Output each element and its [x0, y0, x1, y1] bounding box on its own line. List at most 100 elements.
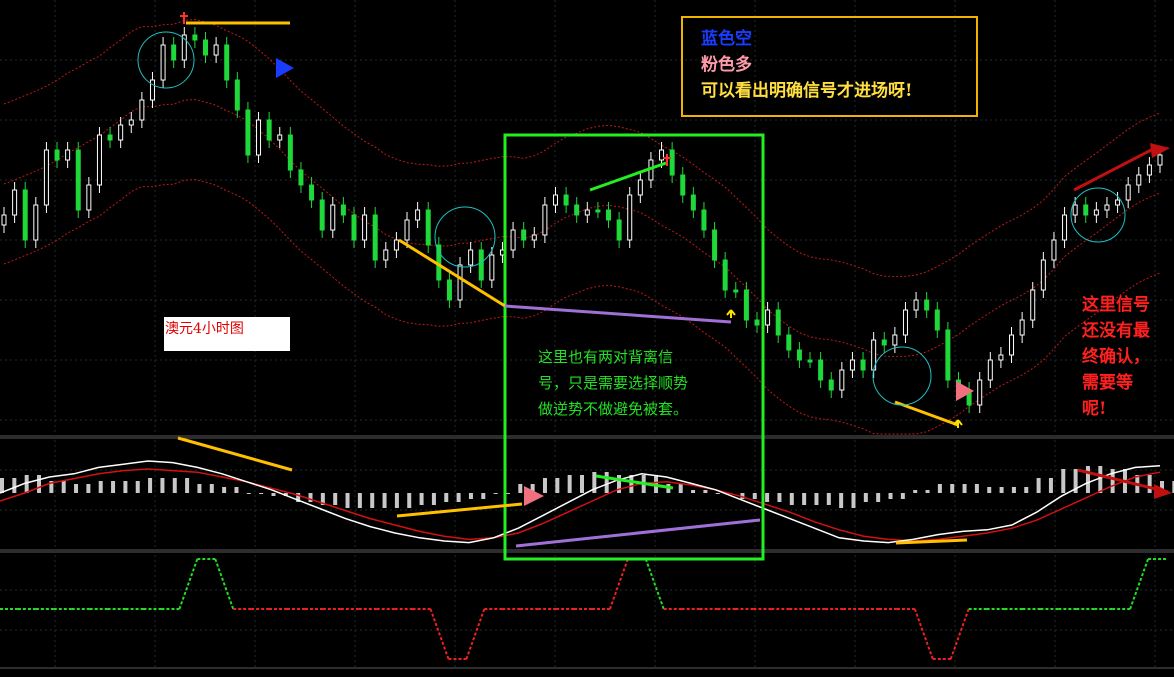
candle: [96, 134, 102, 186]
candle: [234, 79, 240, 111]
candle: [563, 194, 569, 206]
highlight-circle: [872, 346, 932, 406]
candle: [245, 109, 251, 156]
annotation-right-line-1: 这里信号: [1082, 295, 1150, 315]
macd-histogram-bar: [765, 493, 770, 502]
macd-histogram-bar: [1098, 466, 1103, 493]
candle: [393, 239, 399, 251]
macd-histogram-bar: [74, 484, 79, 493]
annotation-right-line-4: 需要等: [1082, 373, 1133, 393]
macd-histogram-bar: [0, 478, 4, 493]
macd-histogram-bar: [160, 478, 165, 493]
macd-histogram-bar: [271, 493, 276, 496]
candle: [733, 289, 739, 293]
fractal-up-icon: [726, 309, 736, 318]
macd-histogram-bar: [370, 493, 375, 508]
candle: [266, 119, 272, 141]
candle: [118, 124, 124, 141]
macd-histogram-bar: [444, 493, 449, 502]
macd-histogram-bar: [431, 493, 436, 505]
candle: [1146, 164, 1152, 176]
indicator-segment: [214, 558, 235, 610]
macd-histogram-bar: [1036, 478, 1041, 493]
candle: [860, 359, 866, 371]
annotation-right-line-5: 呢!: [1082, 399, 1107, 419]
macd-histogram-bar: [308, 493, 313, 502]
macd-histogram-bar: [863, 493, 868, 502]
candle: [287, 134, 293, 171]
candle: [298, 169, 304, 186]
macd-histogram-bar: [407, 493, 412, 508]
trend-line-yellow-left: [398, 238, 506, 308]
candle: [489, 254, 495, 281]
candle: [351, 214, 357, 241]
candle: [415, 209, 421, 221]
candle: [839, 369, 845, 391]
macd-histogram-bar: [197, 484, 202, 493]
macd-histogram-bar: [493, 493, 498, 494]
candle: [1051, 239, 1057, 261]
candle: [1072, 204, 1078, 216]
candle: [722, 259, 728, 291]
candle: [595, 209, 601, 213]
candle: [1136, 174, 1142, 186]
macd-histogram-bar: [419, 493, 424, 505]
legend-note: 可以看出明确信号才进场呀!: [701, 81, 913, 101]
macd-histogram-bar: [814, 493, 819, 505]
macd-histogram-bar: [900, 493, 905, 499]
candle: [192, 34, 198, 41]
macd-histogram-bar: [542, 478, 547, 493]
macd-histogram-bar: [925, 490, 930, 493]
candle: [902, 309, 908, 336]
macd-histogram-bar: [394, 493, 399, 508]
candle: [319, 199, 325, 231]
trend-line-yellow-macd-top: [177, 436, 293, 472]
candle: [1083, 204, 1089, 216]
candle: [849, 359, 855, 371]
macd-histogram-bar: [802, 493, 807, 505]
candle: [765, 309, 771, 326]
highlight-circle: [434, 206, 496, 268]
candle: [510, 229, 516, 251]
candle: [701, 209, 707, 231]
macd-histogram-bar: [1048, 478, 1053, 493]
candle: [54, 149, 60, 161]
candle: [987, 359, 993, 381]
candle: [478, 249, 484, 281]
macd-histogram-bar: [456, 493, 461, 502]
candle: [446, 279, 452, 301]
candle: [924, 299, 930, 311]
candle: [383, 249, 389, 261]
candle: [712, 229, 718, 261]
candle: [1157, 154, 1163, 166]
macd-line: [0, 460, 1161, 544]
candle: [107, 134, 113, 141]
candle: [86, 184, 92, 211]
candle: [12, 189, 18, 216]
candle: [616, 219, 622, 241]
macd-histogram-bar: [111, 481, 116, 493]
macd-histogram-bar: [629, 475, 634, 493]
macd-histogram-bar: [703, 490, 708, 493]
macd-histogram-bar: [1085, 466, 1090, 493]
macd-histogram-bar: [481, 493, 486, 499]
trend-line-yellow-right: [894, 400, 959, 427]
trend-line-purple-price: [504, 304, 732, 324]
candle: [65, 149, 71, 161]
macd-histogram-bar: [505, 493, 510, 494]
macd-histogram-bar: [913, 490, 918, 493]
candle: [149, 79, 155, 101]
candle: [309, 184, 315, 201]
candle: [786, 334, 792, 351]
candle: [828, 379, 834, 391]
candle: [1104, 204, 1110, 211]
trend-line-purple-macd: [515, 518, 761, 548]
candle: [1019, 319, 1025, 336]
annotation-middle-line-3: 做逆势不做避免被套。: [538, 400, 689, 418]
candle: [775, 309, 781, 336]
candle: [892, 334, 898, 346]
candle: [998, 354, 1004, 361]
macd-histogram-bar: [888, 493, 893, 499]
macd-histogram-bar: [86, 484, 91, 493]
macd-lines: [0, 460, 1161, 544]
